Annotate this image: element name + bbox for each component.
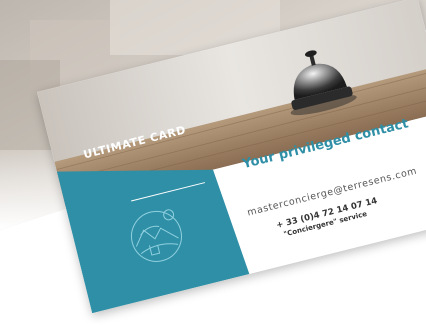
scene: ULTIMATE CARD Your privileged contact ma…: [0, 0, 426, 334]
